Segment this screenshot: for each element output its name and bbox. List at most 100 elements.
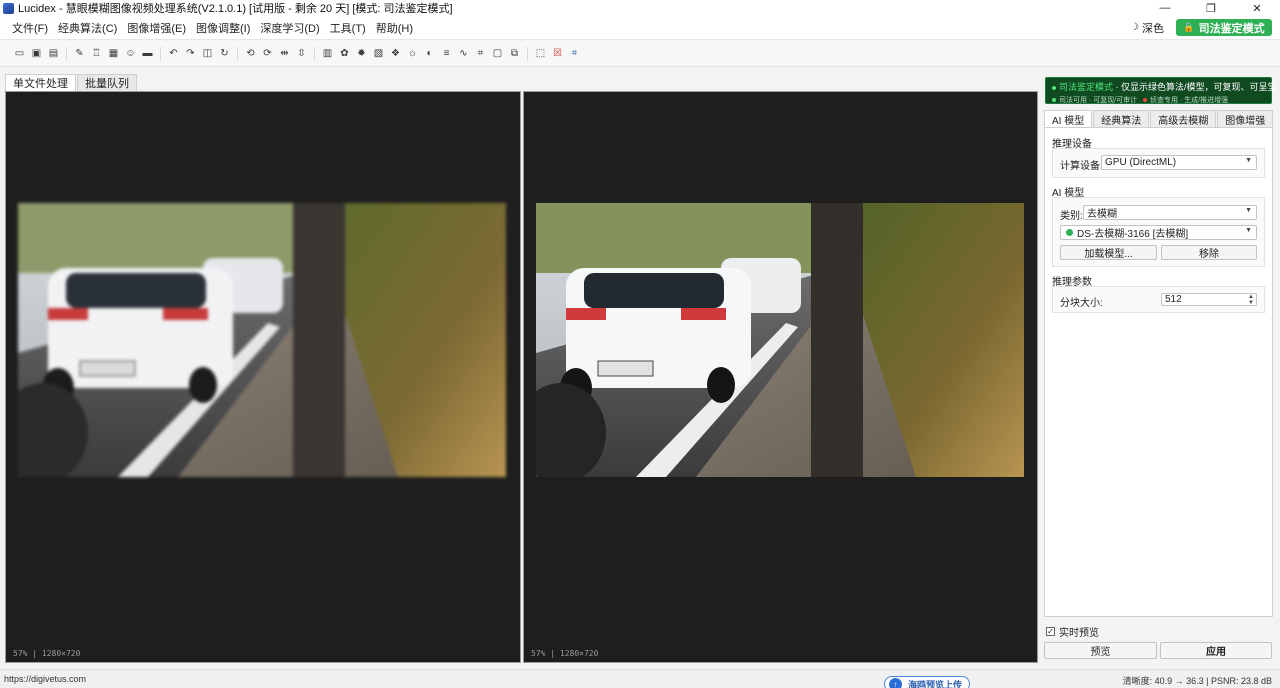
tab-ai-model[interactable]: AI 模型: [1044, 110, 1093, 127]
preview-button[interactable]: 预览: [1044, 642, 1157, 659]
menu-classic-algorithms[interactable]: 经典算法(C): [53, 20, 122, 36]
levels-icon[interactable]: ≡: [438, 45, 455, 62]
smile-icon[interactable]: ☺: [122, 45, 139, 62]
legend-red-text: 侦查专用 · 生成/推进增强: [1150, 97, 1229, 104]
sharpen-icon[interactable]: ✹: [353, 45, 370, 62]
select-icon[interactable]: ⬚: [532, 45, 549, 62]
frame-icon[interactable]: ▢: [489, 45, 506, 62]
original-zoom-info: 57% | 1280×720: [13, 649, 81, 658]
forensic-mode-banner: 司法鉴定模式 · 仅显示绿色算法/模型，可复现、可呈堂 司法可用 · 可复现/可…: [1045, 77, 1277, 104]
redo-icon[interactable]: ↷: [182, 45, 199, 62]
tab-image-enhance[interactable]: 图像增强: [1217, 110, 1274, 127]
tab-classic-algorithms[interactable]: 经典算法: [1093, 110, 1150, 127]
theme-label: 深色: [1142, 22, 1164, 35]
chevron-down-icon: ▼: [1245, 157, 1252, 164]
document-tabs: 单文件处理 批量队列: [5, 74, 138, 91]
forensic-mode-button[interactable]: 🔒 司法鉴定模式: [1176, 19, 1272, 36]
apply-button[interactable]: 应用: [1160, 642, 1272, 659]
result-zoom-info: 57% | 1280×720: [531, 649, 599, 658]
quality-metrics: 清晰度: 40.9 → 36.3 | PSNR: 23.8 dB: [1122, 676, 1272, 686]
category-value: 去模糊: [1087, 209, 1117, 220]
badge-icon[interactable]: ▦: [105, 45, 122, 62]
forensic-mode-label: 司法鉴定模式: [1198, 22, 1265, 35]
banner-description: · 仅显示绿色算法/模型，可复现、可呈堂: [1115, 82, 1277, 92]
toolbar-separator: [237, 46, 238, 61]
menu-bar: 文件(F) 经典算法(C) 图像增强(E) 图像调整(I) 深度学习(D) 工具…: [0, 16, 1280, 40]
flip-horizontal-icon[interactable]: ⇹: [276, 45, 293, 62]
brightness-icon[interactable]: ☼: [404, 45, 421, 62]
layers-icon[interactable]: ⧉: [506, 45, 523, 62]
crop-icon[interactable]: ⌗: [472, 45, 489, 62]
minimize-button[interactable]: —: [1142, 0, 1188, 16]
compute-device-select[interactable]: GPU (DirectML) ▼: [1101, 155, 1257, 170]
menu-tools[interactable]: 工具(T): [325, 20, 371, 36]
trophy-icon[interactable]: ♖: [88, 45, 105, 62]
website-link[interactable]: https://digivetus.com: [4, 674, 86, 684]
toolbar-separator: [527, 46, 528, 61]
category-label: 类别:: [1060, 211, 1083, 222]
tile-size-spinbox[interactable]: 512 ▲ ▼: [1161, 293, 1257, 306]
load-model-button[interactable]: 加载模型...: [1060, 245, 1157, 260]
ai-model-group: 类别: 去模糊 ▼ DS-去模糊-3166 [去模糊] ▼ 加载模型... 移除: [1052, 197, 1265, 267]
category-select[interactable]: 去模糊 ▼: [1083, 205, 1257, 220]
toolbar-separator: [160, 46, 161, 61]
toolbar-separator: [314, 46, 315, 61]
magic-wand-icon[interactable]: ✎: [71, 45, 88, 62]
ruler-icon[interactable]: ▬: [139, 45, 156, 62]
chevron-down-icon: ▼: [1245, 227, 1252, 234]
result-image-pane[interactable]: 57% | 1280×720: [523, 91, 1038, 663]
menu-file[interactable]: 文件(F): [7, 20, 53, 36]
toolbar-separator: [66, 46, 67, 61]
menu-image-adjust[interactable]: 图像调整(I): [191, 20, 255, 36]
original-image-pane[interactable]: 57% | 1280×720: [5, 91, 521, 663]
spin-arrows-icon[interactable]: ▲ ▼: [1248, 294, 1254, 306]
original-photo: [18, 203, 506, 477]
contrast-icon[interactable]: ◐: [421, 45, 438, 62]
inference-device-group: 计算设备: GPU (DirectML) ▼: [1052, 148, 1265, 178]
realtime-preview-checkbox[interactable]: ✓ 实时预览: [1046, 624, 1099, 639]
moon-icon: ☽: [1130, 22, 1139, 33]
legend-red-dot-icon: [1143, 98, 1148, 103]
close-button[interactable]: ✕: [1234, 0, 1280, 16]
window-controls: — ❐ ✕: [1142, 0, 1280, 16]
window-title: Lucidex - 慧眼模糊图像视频处理系统(V2.1.0.1) [试用版 - …: [18, 3, 453, 15]
refresh-icon[interactable]: ↻: [216, 45, 233, 62]
histogram-icon[interactable]: ▥: [319, 45, 336, 62]
compute-device-value: GPU (DirectML): [1105, 157, 1177, 168]
flip-vertical-icon[interactable]: ⇳: [293, 45, 310, 62]
crop-tool-icon[interactable]: ⌗: [566, 45, 583, 62]
app-logo-icon: [3, 2, 14, 14]
upload-icon: ↑: [889, 677, 902, 688]
tab-single-file[interactable]: 单文件处理: [5, 74, 76, 91]
rotate-left-icon[interactable]: ⟲: [242, 45, 259, 62]
undo-icon[interactable]: ↶: [165, 45, 182, 62]
model-select[interactable]: DS-去模糊-3166 [去模糊] ▼: [1060, 225, 1257, 240]
remove-model-button[interactable]: 移除: [1161, 245, 1257, 260]
rotate-right-icon[interactable]: ⟳: [259, 45, 276, 62]
clear-selection-icon[interactable]: ☒: [549, 45, 566, 62]
checkmark-icon[interactable]: ✓: [1046, 627, 1055, 636]
open-folder-icon[interactable]: ▣: [28, 45, 45, 62]
menu-deep-learning[interactable]: 深度学习(D): [255, 20, 324, 36]
green-dot-icon: [1052, 85, 1056, 90]
save-icon[interactable]: ▤: [45, 45, 62, 62]
model-value: DS-去模糊-3166 [去模糊]: [1077, 229, 1189, 240]
curves-icon[interactable]: ∿: [455, 45, 472, 62]
maximize-button[interactable]: ❐: [1188, 0, 1234, 16]
tab-advanced-deblur[interactable]: 高级去模糊: [1150, 110, 1217, 127]
denoise-icon[interactable]: ❖: [387, 45, 404, 62]
compare-icon[interactable]: ◫: [199, 45, 216, 62]
new-file-icon[interactable]: ▭: [11, 45, 28, 62]
tab-batch-queue[interactable]: 批量队列: [77, 74, 137, 91]
settings-tabs: AI 模型 经典算法 高级去模糊 图像增强: [1044, 110, 1274, 127]
palette-icon[interactable]: ✿: [336, 45, 353, 62]
image-icon[interactable]: ▧: [370, 45, 387, 62]
upload-button[interactable]: ↑ 海鸥预览上传: [884, 676, 970, 688]
dark-theme-toggle[interactable]: ☽ 深色: [1130, 20, 1164, 36]
status-bar: https://digivetus.com ↑ 海鸥预览上传 清晰度: 40.9…: [0, 669, 1280, 688]
menu-image-enhance[interactable]: 图像增强(E): [122, 20, 191, 36]
toolbar: ▭ ▣ ▤ ✎ ♖ ▦ ☺ ▬ ↶ ↷ ◫ ↻ ⟲ ⟳ ⇹ ⇳ ▥ ✿ ✹ ▧ ❖ ☼ ◐ ≡ ∿ ⌗ ▢ ⧉ ⬚ ☒ ⌗: [0, 41, 1280, 67]
realtime-preview-label: 实时预览: [1059, 628, 1099, 639]
compute-device-label: 计算设备:: [1060, 161, 1103, 172]
menu-help[interactable]: 帮助(H): [371, 20, 418, 36]
